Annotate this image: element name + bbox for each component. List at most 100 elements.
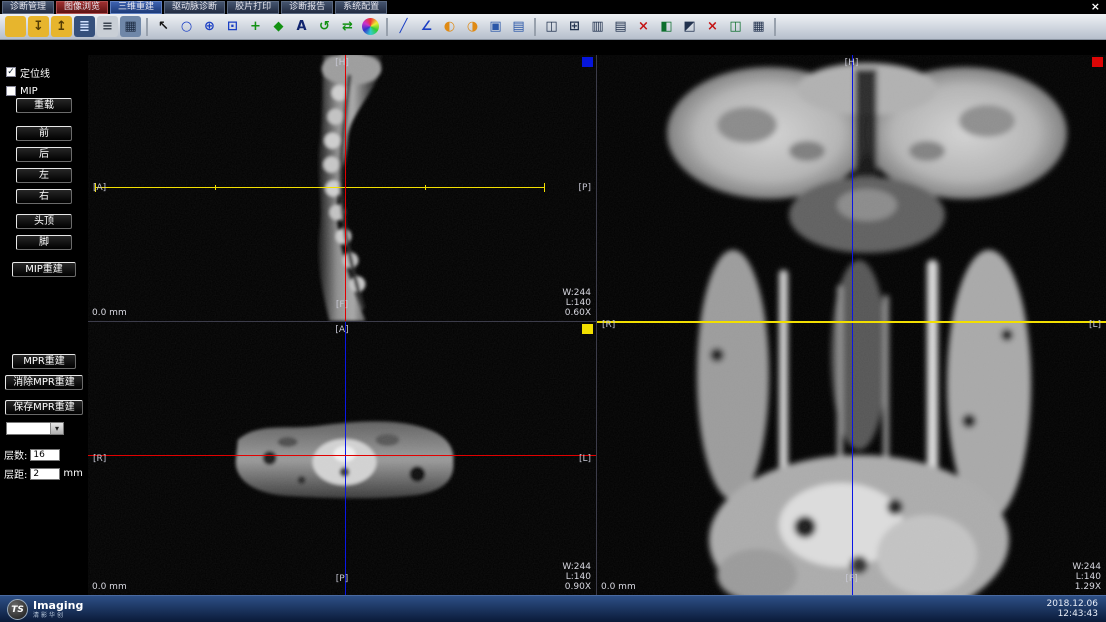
plane-color-indicator	[582, 57, 593, 67]
right-view-button[interactable]: 右	[16, 189, 72, 204]
orientation-label-right: [P]	[579, 183, 591, 193]
measure-length-icon[interactable]: ╱	[393, 16, 414, 37]
layout-rows-icon[interactable]: ▤	[610, 16, 631, 37]
measure-angle-icon[interactable]: ∠	[416, 16, 437, 37]
layer-count-row: 层数:	[4, 447, 60, 462]
import-folder-icon[interactable]: ↧	[28, 16, 49, 37]
front-view-button[interactable]: 前	[16, 126, 72, 141]
layout-stack-icon[interactable]: ◩	[679, 16, 700, 37]
position-readout: 0.0 mm	[92, 582, 127, 592]
left-view-button[interactable]: 左	[16, 168, 72, 183]
swap-icon[interactable]: ⇄	[337, 16, 358, 37]
viewport-coronal[interactable]: [H] [R] [L] [F] W:244 L:140 1.29X 0.0 mm	[597, 55, 1106, 595]
refresh-icon[interactable]: ↺	[314, 16, 335, 37]
orientation-label-right: [L]	[579, 454, 591, 464]
toolbar-divider	[774, 18, 776, 36]
left-panel: 定位线 MIP 重载 前 后 左 右 头顶 脚 MIP重建 MPR重建 消除MP…	[0, 40, 88, 595]
toolbar-divider	[386, 18, 388, 36]
layer-count-input[interactable]	[30, 449, 60, 461]
crosshair-horizontal-line[interactable]	[95, 187, 545, 188]
toolbar: ↧ ↥ ≣ ≡ ▦ ↖ ○ ⊕ ⊡ + ◆ A ↺ ⇄	[0, 14, 1106, 40]
tab-3d-reconstruction[interactable]: 三维重建	[110, 1, 162, 14]
back-view-button[interactable]: 后	[16, 147, 72, 162]
crosshair-vertical-line[interactable]	[852, 55, 853, 595]
line-handle[interactable]	[544, 183, 545, 192]
viewport-sagittal[interactable]: [H] [A] [P] [F] W:244 L:140 0.60X 0.0 mm	[88, 55, 597, 322]
crosshair-vertical-line[interactable]	[345, 322, 346, 595]
color-wheel-icon[interactable]	[362, 18, 379, 35]
tab-system-config[interactable]: 系统配置	[335, 1, 387, 14]
capture-icon[interactable]: ▤	[508, 16, 529, 37]
time-text: 12:43:43	[1046, 609, 1098, 619]
orientation-label-top: [H]	[845, 58, 859, 68]
window-value: W:244	[562, 562, 591, 572]
tab-film-print[interactable]: 胶片打印	[227, 1, 279, 14]
close-all-icon[interactable]: ×	[702, 16, 723, 37]
toolbar-divider	[534, 18, 536, 36]
head-view-button[interactable]: 头顶	[16, 214, 72, 229]
level-value: L:140	[1072, 572, 1101, 582]
toolbar-divider	[146, 18, 148, 36]
checkbox-box[interactable]	[6, 86, 16, 96]
tab-diagnosis-report[interactable]: 诊断报告	[281, 1, 333, 14]
checkbox-box[interactable]	[6, 67, 16, 77]
rotate-3d-icon[interactable]: ◆	[268, 16, 289, 37]
export-folder-icon[interactable]: ↥	[51, 16, 72, 37]
invert-icon[interactable]: ◑	[462, 16, 483, 37]
layer-spacing-input[interactable]	[30, 468, 60, 480]
layout-single-icon[interactable]: ◧	[656, 16, 677, 37]
tab-diagnosis-management[interactable]: 诊断管理	[2, 1, 54, 14]
datetime-display: 2018.12.06 12:43:43	[1046, 599, 1098, 619]
layout-vertical-icon[interactable]: ◫	[725, 16, 746, 37]
rotate-handle[interactable]	[215, 185, 216, 190]
export-device-icon[interactable]: ▦	[120, 16, 141, 37]
mip-rebuild-button[interactable]: MIP重建	[12, 262, 76, 277]
crosshair-vertical-line[interactable]	[345, 55, 346, 321]
close-series-icon[interactable]: ×	[633, 16, 654, 37]
window-level-readout: W:244 L:140 0.90X	[562, 562, 591, 592]
annotate-icon[interactable]: A	[291, 16, 312, 37]
layout-2x2-icon[interactable]: ⊞	[564, 16, 585, 37]
crosshair-horizontal-line[interactable]	[597, 321, 1106, 323]
locator-lines-checkbox[interactable]: 定位线	[6, 66, 50, 78]
mip-checkbox[interactable]: MIP	[6, 85, 38, 97]
orientation-label-right: [L]	[1089, 320, 1101, 330]
mpr-rebuild-button[interactable]: MPR重建	[12, 354, 76, 369]
window-level-icon[interactable]: ◐	[439, 16, 460, 37]
orientation-label-top: [H]	[335, 58, 349, 68]
open-folder-icon[interactable]	[5, 16, 26, 37]
orientation-label-left: [R]	[602, 320, 615, 330]
orientation-label-bottom: [P]	[336, 574, 348, 584]
pan-icon[interactable]: +	[245, 16, 266, 37]
layout-cols-icon[interactable]: ▥	[587, 16, 608, 37]
zoom-value: 0.90X	[562, 582, 591, 592]
layout-1x2-icon[interactable]: ◫	[541, 16, 562, 37]
screen-icon[interactable]: ▣	[485, 16, 506, 37]
save-mpr-button[interactable]: 保存MPR重建	[5, 400, 83, 415]
tab-image-browse[interactable]: 图像浏览	[56, 1, 108, 14]
viewport-axial[interactable]: [A] [R] [L] [P] W:244 L:140 0.90X 0.0 mm	[88, 322, 597, 595]
zoom-in-icon[interactable]: ⊕	[199, 16, 220, 37]
foot-view-button[interactable]: 脚	[16, 235, 72, 250]
layer-spacing-unit: mm	[63, 468, 82, 479]
zoom-region-icon[interactable]: ⊡	[222, 16, 243, 37]
layer-spacing-row: 层距: mm	[4, 466, 83, 481]
logo-initials: TS	[11, 605, 24, 615]
database-icon[interactable]: ≣	[74, 16, 95, 37]
level-value: L:140	[562, 298, 591, 308]
window-level-readout: W:244 L:140 1.29X	[1072, 562, 1101, 592]
pointer-icon[interactable]: ↖	[153, 16, 174, 37]
orientation-label-bottom: [F]	[845, 574, 857, 584]
print-icon[interactable]: ≡	[97, 16, 118, 37]
mpr-series-select[interactable]	[6, 422, 64, 435]
tab-artery-diagnosis[interactable]: 驱动脉诊断	[164, 1, 225, 14]
checkbox-label: MIP	[20, 86, 38, 97]
rotate-handle[interactable]	[425, 185, 426, 190]
magnifier-icon[interactable]: ○	[176, 16, 197, 37]
crosshair-horizontal-line[interactable]	[88, 455, 596, 456]
window-close-button[interactable]: ×	[1091, 0, 1100, 14]
clear-mpr-button[interactable]: 消除MPR重建	[5, 375, 83, 390]
reload-button[interactable]: 重载	[16, 98, 72, 113]
layout-grid-icon[interactable]: ▦	[748, 16, 769, 37]
window-value: W:244	[1072, 562, 1101, 572]
